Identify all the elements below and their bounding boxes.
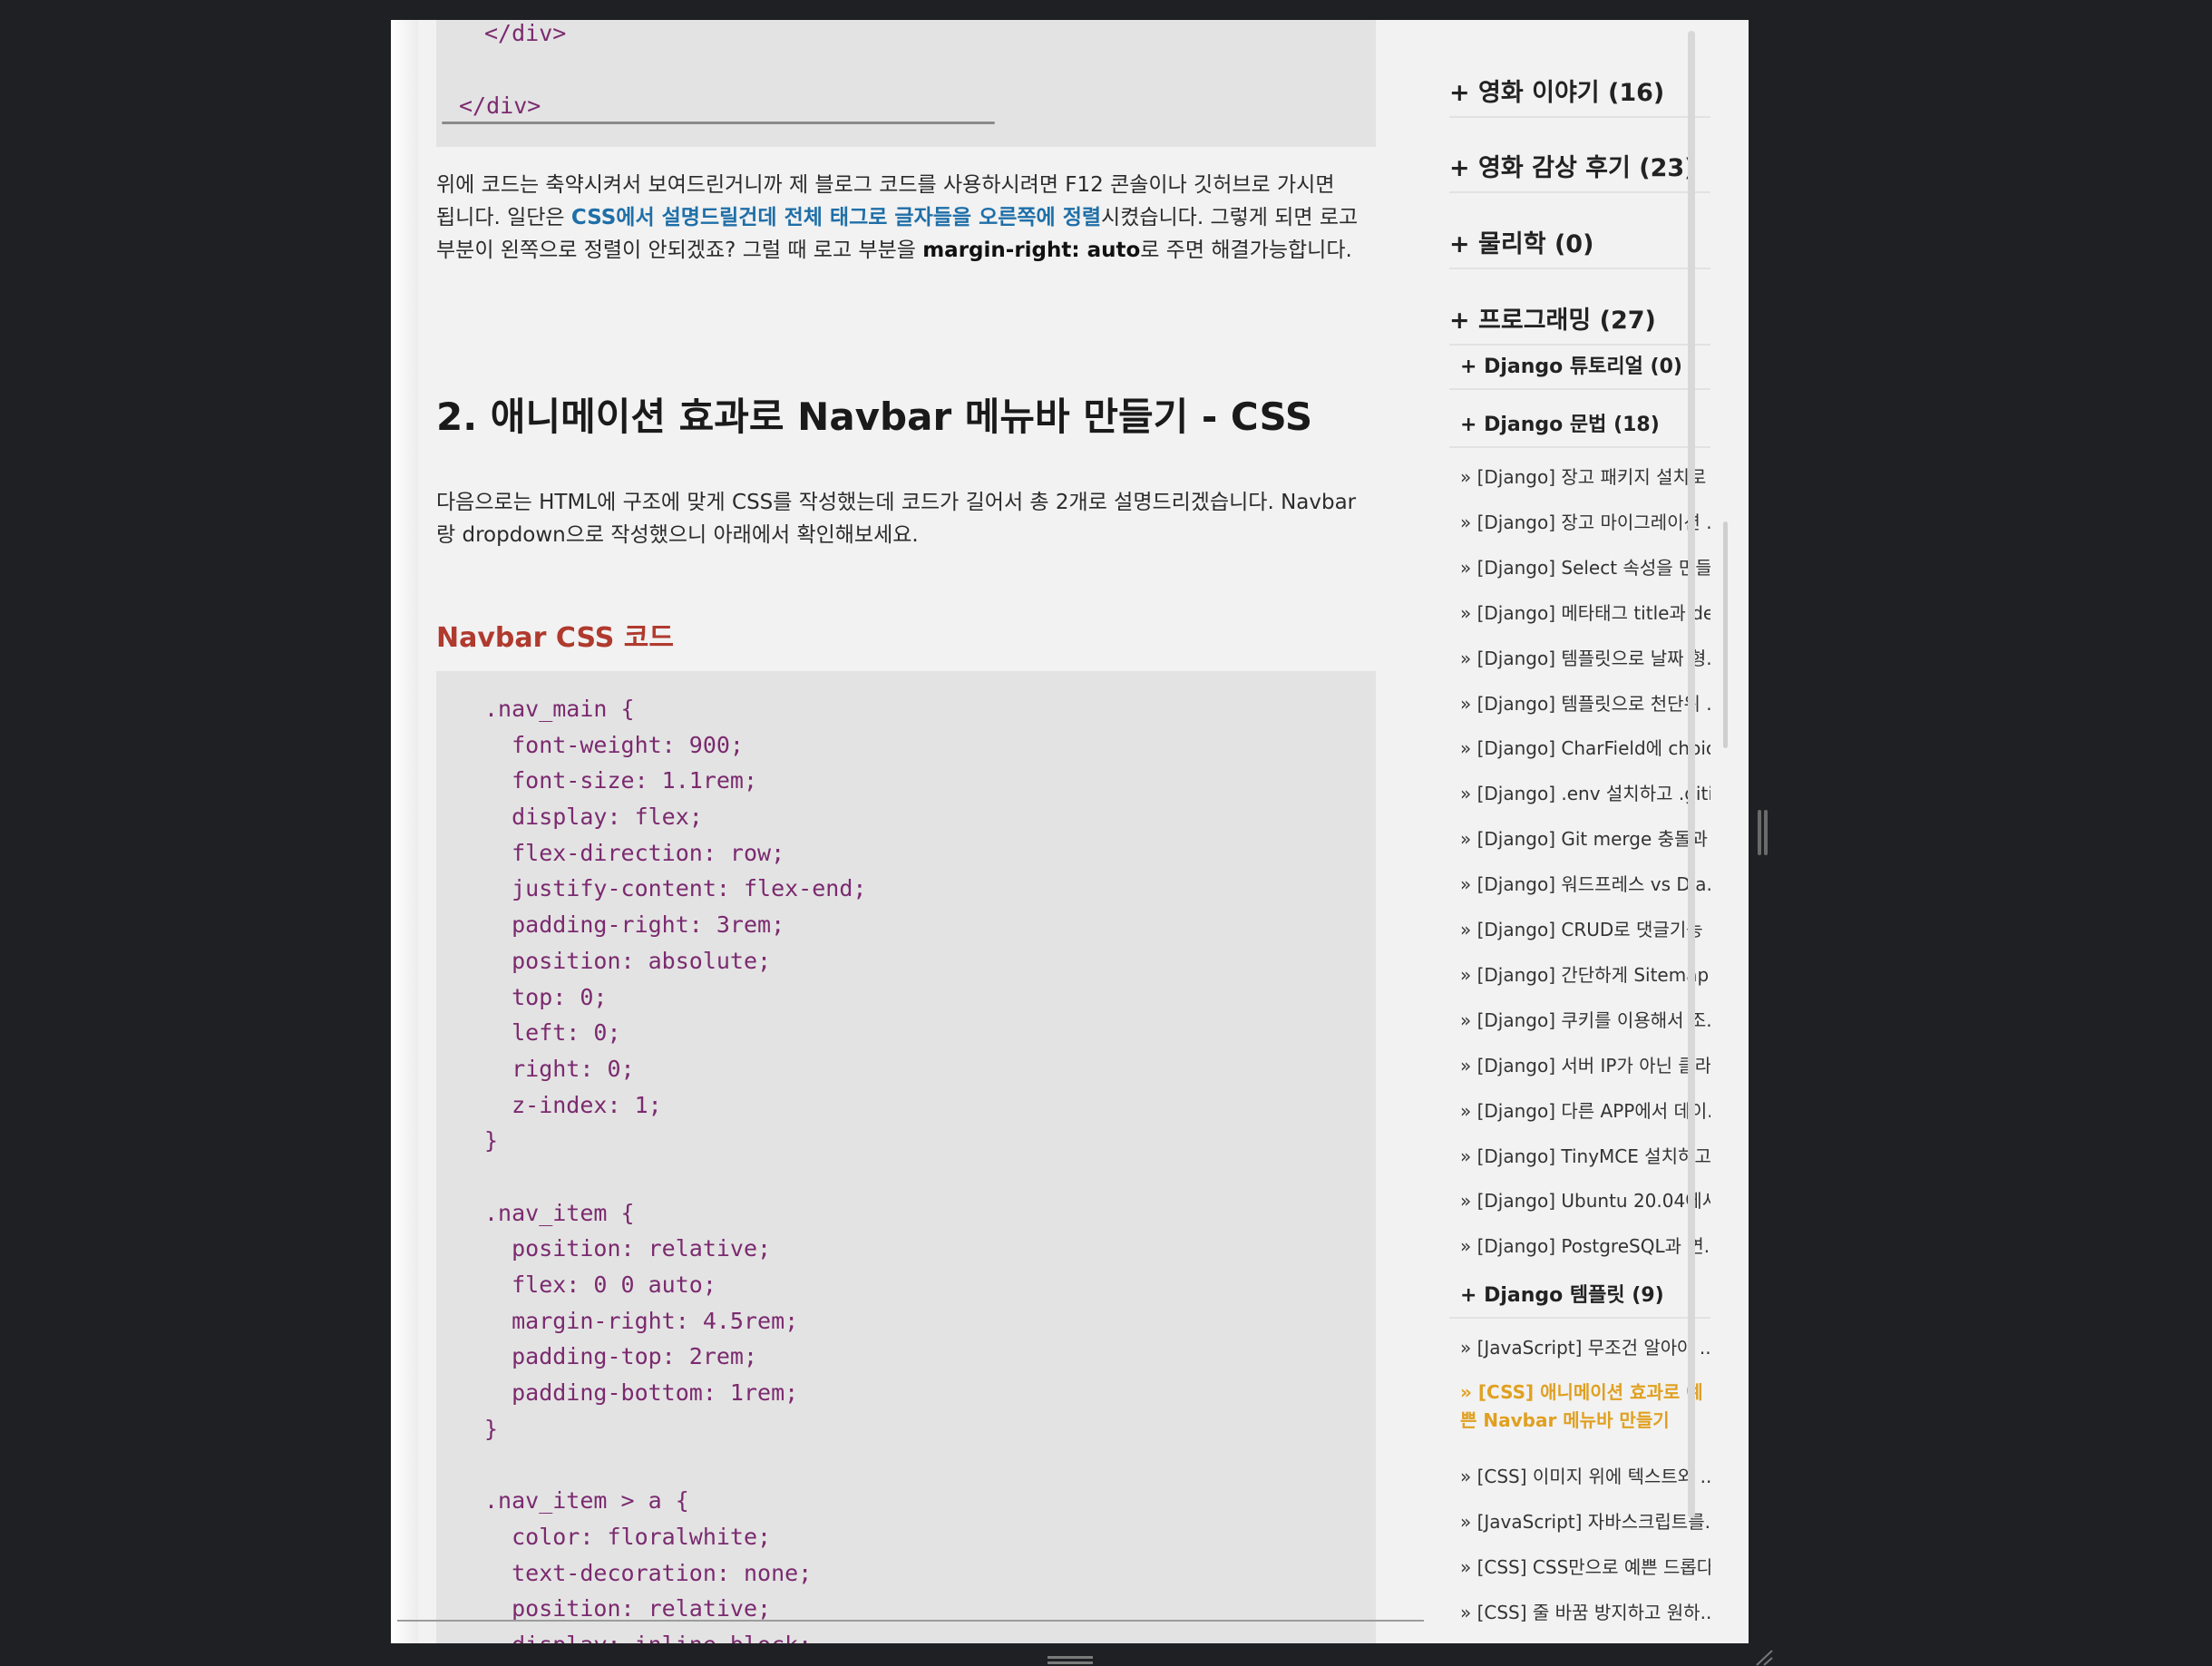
code-line: .nav_item > a { [484,1487,689,1515]
sidebar-post-link[interactable]: » [Django] TinyMCE 설치하고... [1460,1142,1710,1168]
sidebar-divider [1449,268,1710,269]
sidebar-post-link[interactable]: » [Django] .env 설치하고 .giti... [1460,779,1710,805]
sidebar-post-link[interactable]: » [Django] 템플릿으로 천단위 ... [1460,689,1710,716]
sidebar-post-link[interactable]: » [JavaScript] 자바스크립트를... [1460,1507,1710,1534]
code-line: top: 0; [484,983,608,1010]
code-line: .nav_main { [484,696,635,722]
sidebar-divider [1449,116,1710,118]
sidebar-post-link[interactable]: » [Django] 간단하게 Sitemap.... [1460,960,1710,987]
sidebar-post-link[interactable]: » [Django] 장고 마이그레이션 ... [1460,508,1710,534]
category-sidebar: + 영화 이야기 (16) + 영화 감상 후기 (23) + 물리학 (0) + 프… [1438,20,1712,1643]
drag-handle-icon[interactable] [1758,810,1769,855]
sidebar-scrollbar[interactable] [1688,31,1695,1518]
sidebar-category[interactable]: + 영화 감상 후기 (23) [1449,148,1710,183]
code-line: flex-direction: row; [484,839,785,866]
code-line: .nav_item { [484,1199,635,1226]
sidebar-category[interactable]: + 영화 이야기 (16) [1449,73,1710,108]
sidebar-post-link[interactable]: » [Django] 워드프레스 vs Dja... [1460,870,1710,896]
sidebar-post-link[interactable]: » [Django] 장고 패키지 설치로 ... [1460,463,1710,489]
sidebar-category[interactable]: + 물리학 (0) [1449,224,1710,259]
sidebar-post-link[interactable]: » [CSS] CSS만으로 예쁜 드롭다... [1460,1553,1710,1579]
sidebar-post-link[interactable]: » [Django] 템플릿으로 날짜 형... [1460,644,1710,670]
sidebar-category[interactable]: + 프로그래밍 (27) [1449,300,1710,336]
paragraph-line: 랑 dropdown으로 작성했으니 아래에서 확인해보세요. [436,523,919,547]
code-line: right: 0; [484,1055,635,1082]
code-line: display: flex; [484,804,703,831]
sidebar-post-link[interactable]: » [Django] 쿠키를 이용해서 조... [1460,1006,1710,1032]
code-line: flex: 0 0 auto; [484,1271,716,1298]
code-subheading: Navbar CSS 코드 [436,622,674,654]
code-line: position: relative; [484,1235,772,1262]
code-line: margin-right: 4.5rem; [484,1307,799,1334]
code-line: left: 0; [484,1019,621,1047]
code-line: font-size: 1.1rem; [484,767,758,794]
paragraph-text: 부분이 왼쪽으로 정렬이 안되겠죠? 그럴 때 로고 부분을 [436,239,923,262]
sidebar-divider [1449,388,1710,390]
paragraph-text: 로 주면 해결가능합니다. [1140,239,1352,262]
resize-corner-icon[interactable] [1755,1649,1773,1666]
article-paragraph: 다음으로는 HTML에 구조에 맞게 CSS를 작성했는데 코드가 길어서 총 … [436,486,1376,551]
paragraph-line: 부분이 왼쪽으로 정렬이 안되겠죠? 그럴 때 로고 부분을 margin-ri… [436,234,1376,267]
code-line: color: floralwhite; [484,1523,772,1550]
section-heading: 2. 애니메이션 효과로 Navbar 메뉴바 만들기 - CSS [436,395,1313,439]
sidebar-divider [1449,1317,1710,1319]
bottom-drag-handle-icon[interactable] [1048,1656,1093,1665]
sidebar-divider [1449,191,1710,193]
code-lines: .nav_main { font-weight: 900; font-size:… [484,691,866,1643]
code-line: </div> [459,93,541,119]
code-line: } [484,1127,499,1155]
code-line: position: absolute; [484,947,772,974]
code-line: font-weight: 900; [484,731,744,758]
page-scrollbar-thumb[interactable] [1723,521,1728,748]
sidebar-post-link[interactable]: » [Django] CRUD로 댓글기능 ... [1460,915,1710,941]
code-block-top: </div> </div> [436,20,1376,147]
sidebar-post-link[interactable]: » [Django] Ubuntu 20.04에서... [1460,1186,1710,1213]
bold-text: margin-right: auto [922,239,1141,262]
code-line: justify-content: flex-end; [484,875,867,902]
bottom-scrollbar-line [397,1620,1424,1622]
sidebar-post-link[interactable]: » [Django] 다른 APP에서 데이... [1460,1096,1710,1123]
paragraph-text: 시켰습니다. 그렇게 되면 로고 [1101,206,1359,229]
code-line: text-decoration: none; [484,1559,813,1586]
sidebar-subcategory[interactable]: + Django 튜토리얼 (0) [1460,350,1710,379]
sidebar-divider [1449,446,1710,448]
article-paragraph: 위에 코드는 축약시켜서 보여드린거니까 제 블로그 코드를 사용하시려면 F1… [436,169,1376,267]
page-content: </div> </div> 위에 코드는 축약시켜서 보여드린거니까 제 블로그… [418,20,1749,1643]
sidebar-divider [1449,344,1710,346]
sidebar-subcategory[interactable]: + Django 문법 (18) [1460,408,1710,437]
code-line: padding-right: 3rem; [484,911,785,939]
paragraph-text: 됩니다. 일단은 [436,206,571,229]
sidebar-post-link[interactable]: » [CSS] 줄 바꿈 방지하고 원하... [1460,1598,1710,1624]
code-horizontal-scrollbar[interactable] [442,122,995,124]
css-code-block: .nav_main { font-weight: 900; font-size:… [436,671,1376,1643]
page-left-shadow [391,20,418,1643]
paragraph-line: 위에 코드는 축약시켜서 보여드린거니까 제 블로그 코드를 사용하시려면 F1… [436,173,1335,197]
paragraph-line: 됩니다. 일단은 CSS에서 설명드릴건데 전체 태그로 글자들을 오른쪽에 정… [436,201,1376,234]
code-line: </div> [484,20,567,46]
sidebar-post-link[interactable]: » [Django] PostgreSQL과 연... [1460,1232,1710,1258]
sidebar-post-link[interactable]: » [Django] Git merge 충돌과 ... [1460,824,1710,851]
sidebar-post-link[interactable]: » [Django] Select 속성을 만들... [1460,553,1710,580]
paragraph-line: 다음으로는 HTML에 구조에 맞게 CSS를 작성했는데 코드가 길어서 총 … [436,491,1357,514]
sidebar-post-link[interactable]: » [JavaScript] 무조건 알아야 ... [1460,1333,1710,1359]
sidebar-post-link[interactable]: » [CSS] 애니메이션 효과로 예쁜 Navbar 메뉴바 만들기 [1460,1379,1710,1435]
code-line: padding-top: 2rem; [484,1343,758,1370]
inline-link[interactable]: CSS에서 설명드릴건데 전체 태그로 글자들을 오른쪽에 정렬 [571,206,1101,229]
code-line: display: inline-block; [484,1627,866,1643]
code-line: padding-bottom: 1rem; [484,1379,799,1407]
sidebar-post-link[interactable]: » [Django] 서버 IP가 아닌 클라... [1460,1051,1710,1077]
sidebar-subcategory[interactable]: + Django 템플릿 (9) [1460,1279,1710,1308]
browser-window: </div> </div> 위에 코드는 축약시켜서 보여드린거니까 제 블로그… [391,20,1749,1643]
sidebar-post-link[interactable]: » [Django] CharField에 choic... [1460,734,1710,760]
code-line: z-index: 1; [484,1091,662,1118]
sidebar-post-link[interactable]: » [CSS] 이미지 위에 텍스트와 ... [1460,1462,1710,1488]
code-line: } [484,1415,499,1442]
sidebar-post-link[interactable]: » [Django] 메타태그 title과 de... [1460,599,1710,625]
